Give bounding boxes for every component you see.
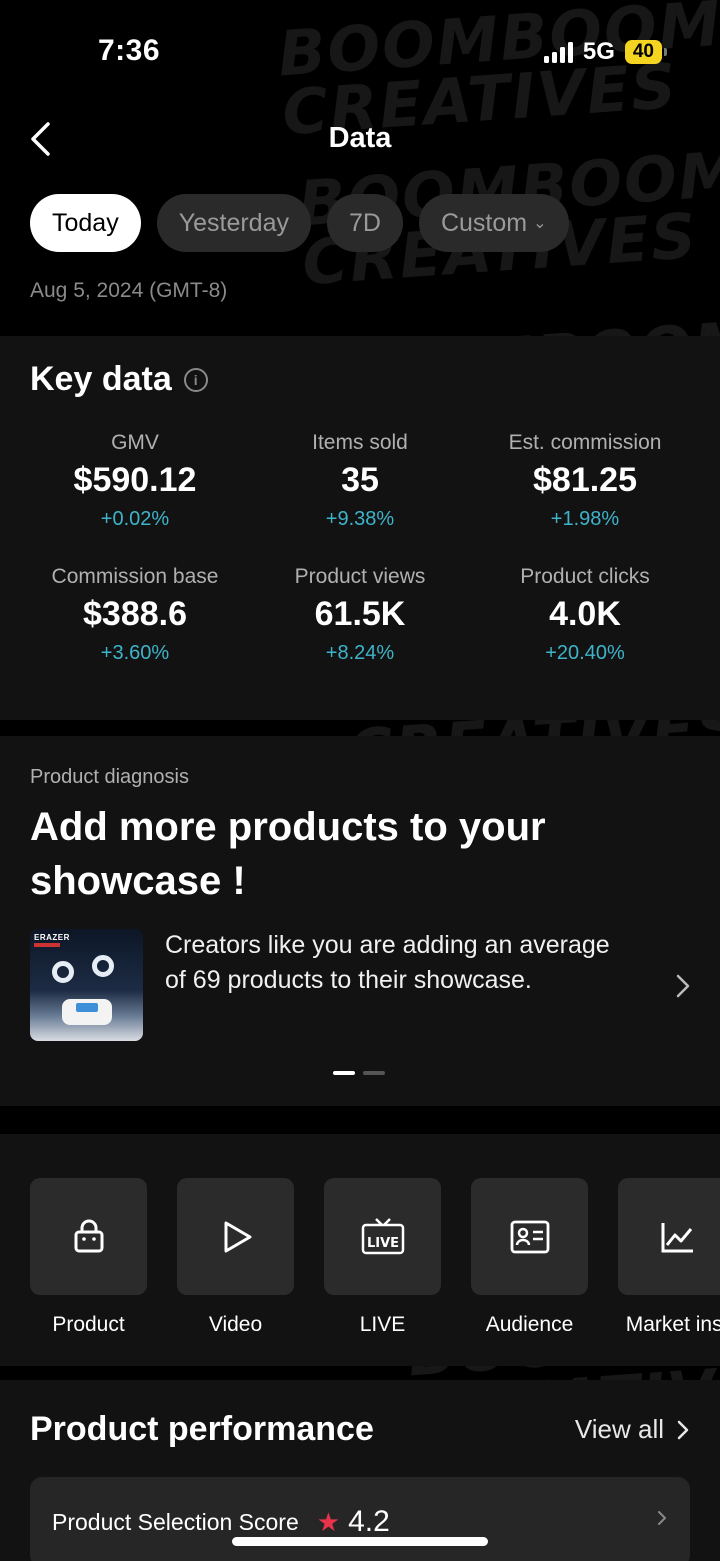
nav-tile — [618, 1178, 720, 1295]
tab-label: Today — [52, 208, 119, 237]
metric-product-clicks[interactable]: Product clicks 4.0K +20.40% — [465, 565, 705, 665]
case-display — [76, 1003, 98, 1012]
chevron-right-icon — [658, 1511, 666, 1525]
network-type: 5G — [582, 38, 615, 65]
tab-label: 7D — [349, 208, 381, 237]
date-label: Aug 5, 2024 (GMT-8) — [30, 279, 228, 302]
tab-custom[interactable]: Custom ⌄ — [418, 194, 569, 252]
tab-7d[interactable]: 7D — [327, 194, 403, 252]
nav-market-insights[interactable]: Market insi — [618, 1178, 720, 1337]
metric-delta: +8.24% — [325, 642, 395, 664]
metric-gmv[interactable]: GMV $590.12 +0.02% — [15, 431, 255, 531]
date-range-tabs: Today Yesterday 7D Custom ⌄ — [30, 194, 569, 252]
play-icon — [224, 1221, 251, 1252]
metric-delta: +20.40% — [545, 642, 625, 664]
nav-label: Product — [52, 1313, 125, 1336]
carousel-dot — [363, 1071, 385, 1075]
diagnosis-label: Product diagnosis — [30, 766, 189, 788]
metric-label: Commission base — [51, 565, 219, 588]
metric-commission-base[interactable]: Commission base $388.6 +3.60% — [15, 565, 255, 665]
diagnosis-next-button[interactable] — [674, 972, 692, 1000]
status-indicators: 5G 40 — [543, 38, 668, 66]
key-data-heading: Key data — [30, 360, 172, 398]
view-all-link[interactable]: View all — [575, 1414, 690, 1445]
tab-yesterday[interactable]: Yesterday — [156, 194, 311, 252]
metric-value: 61.5K — [314, 595, 406, 633]
product-selection-score-row[interactable]: Product Selection Score ★ 4.2 — [30, 1477, 690, 1561]
metric-label: Items sold — [312, 431, 408, 454]
info-icon[interactable]: i — [183, 367, 208, 392]
diagnosis-text: Creators like you are adding an average … — [165, 931, 610, 994]
metric-value: $388.6 — [83, 595, 187, 633]
metric-delta: +3.60% — [100, 642, 170, 664]
nav-label: LIVE — [359, 1313, 406, 1336]
product-performance-title: Product performance — [30, 1410, 374, 1448]
score-value: 4.2 — [348, 1505, 390, 1538]
nav-tile: LIVE — [324, 1178, 441, 1295]
metric-value: 35 — [341, 461, 379, 499]
thumbnail-stripe — [34, 943, 60, 947]
score-label: Product Selection Score — [52, 1508, 299, 1535]
data-category-row: Product Video LIVE LIVE Audience Market … — [30, 1178, 720, 1337]
svg-text:LIVE: LIVE — [366, 1236, 398, 1251]
nav-live[interactable]: LIVE LIVE — [324, 1178, 441, 1337]
signal-icon — [543, 41, 573, 63]
nav-video[interactable]: Video — [177, 1178, 294, 1337]
metric-label: Product views — [294, 565, 426, 588]
view-all-label: View all — [574, 1414, 664, 1444]
chevron-right-icon — [676, 974, 690, 998]
product-thumbnail: ERAZER — [30, 929, 143, 1041]
live-tv-icon: LIVE — [361, 1217, 404, 1254]
id-card-icon — [510, 1220, 549, 1253]
tab-today[interactable]: Today — [30, 194, 141, 252]
page-title: Data — [328, 122, 392, 154]
nav-tile — [30, 1178, 147, 1295]
chevron-down-icon: ⌄ — [533, 215, 547, 232]
chevron-right-icon — [677, 1420, 689, 1439]
nav-tile — [471, 1178, 588, 1295]
metric-label: Product clicks — [520, 565, 650, 588]
nav-label: Video — [208, 1313, 263, 1336]
nav-label: Market insi — [625, 1313, 720, 1336]
tab-label: Custom — [440, 208, 528, 237]
metric-delta: +1.98% — [550, 508, 620, 530]
metric-items-sold[interactable]: Items sold 35 +9.38% — [240, 431, 480, 531]
metric-value: 4.0K — [549, 595, 621, 633]
shopping-bag-icon — [74, 1219, 103, 1252]
thumbnail-brand: ERAZER — [34, 933, 70, 942]
key-data-title: Key data i — [30, 360, 208, 399]
diagnosis-title: Add more products to your showcase ! — [30, 805, 546, 903]
metric-label: GMV — [111, 431, 159, 454]
nav-product[interactable]: Product — [30, 1178, 147, 1337]
tab-label: Yesterday — [178, 208, 289, 237]
metric-delta: +9.38% — [325, 508, 395, 530]
battery-icon: 40 — [624, 40, 668, 64]
nav-label: Audience — [485, 1313, 574, 1336]
star-icon: ★ — [316, 1506, 341, 1537]
carousel-dots — [333, 1071, 385, 1075]
metric-delta: +0.02% — [100, 508, 170, 530]
metric-value: $590.12 — [73, 461, 197, 499]
status-time: 7:36 — [98, 34, 161, 67]
metric-est-commission[interactable]: Est. commission $81.25 +1.98% — [465, 431, 705, 531]
nav-tile — [177, 1178, 294, 1295]
earbud-left — [52, 961, 74, 983]
metric-label: Est. commission — [508, 431, 662, 454]
home-indicator[interactable] — [232, 1537, 488, 1546]
carousel-dot-active — [333, 1071, 355, 1075]
line-chart-icon — [661, 1222, 693, 1252]
nav-audience[interactable]: Audience — [471, 1178, 588, 1337]
earbud-right — [92, 955, 114, 977]
metric-product-views[interactable]: Product views 61.5K +8.24% — [240, 565, 480, 665]
product-diagnosis-card[interactable] — [0, 736, 720, 1106]
metric-value: $81.25 — [533, 461, 637, 499]
